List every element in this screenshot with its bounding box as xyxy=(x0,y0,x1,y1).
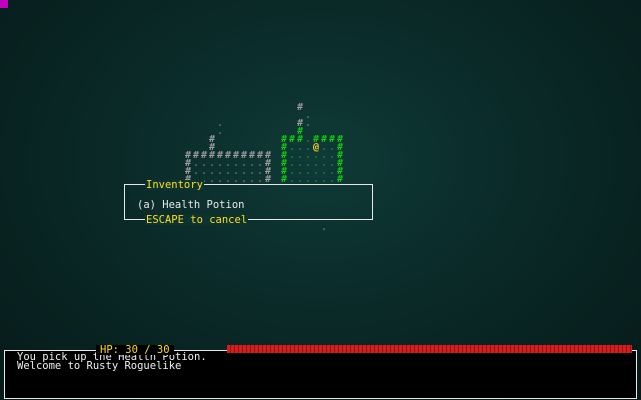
floor-tile: . xyxy=(216,126,224,137)
player-character: @ xyxy=(312,142,320,153)
floor-tile: . xyxy=(288,174,296,185)
game-screen: ###....###################..............… xyxy=(0,0,641,400)
floor-tile: . xyxy=(248,174,256,185)
floor-tile: . xyxy=(328,174,336,185)
wall-tile: # xyxy=(336,174,344,185)
inventory-cancel-hint: ESCAPE to cancel xyxy=(145,214,249,226)
floor-tile: . xyxy=(240,174,248,185)
corner-marker xyxy=(0,0,8,8)
hp-status: HP: 30 / 30 xyxy=(96,345,174,355)
floor-tile: . xyxy=(216,174,224,185)
hp-bar xyxy=(227,345,632,353)
inventory-item-health-potion[interactable]: (a) Health Potion xyxy=(137,200,244,211)
floor-tile: . xyxy=(232,174,240,185)
floor-tile: . xyxy=(304,174,312,185)
floor-tile: . xyxy=(312,174,320,185)
inventory-window[interactable]: Inventory (a) Health Potion ESCAPE to ca… xyxy=(124,180,373,225)
floor-tile: . xyxy=(224,174,232,185)
wall-tile: # xyxy=(296,102,304,113)
floor-tile: . xyxy=(320,174,328,185)
floor-tile: . xyxy=(320,222,328,233)
floor-tile: . xyxy=(296,174,304,185)
wall-tile: # xyxy=(280,174,288,185)
inventory-title: Inventory xyxy=(145,179,204,191)
floor-tile: . xyxy=(256,174,264,185)
wall-tile: # xyxy=(264,174,272,185)
hp-bar-fill xyxy=(227,345,632,353)
message-log-panel: You pick up the Health Potion. Welcome t… xyxy=(4,350,637,399)
hp-label: HP: 30 / 30 xyxy=(96,345,174,355)
floor-tile: . xyxy=(208,174,216,185)
floor-tile: . xyxy=(304,118,312,129)
log-line: Welcome to Rusty Roguelike xyxy=(17,360,182,372)
